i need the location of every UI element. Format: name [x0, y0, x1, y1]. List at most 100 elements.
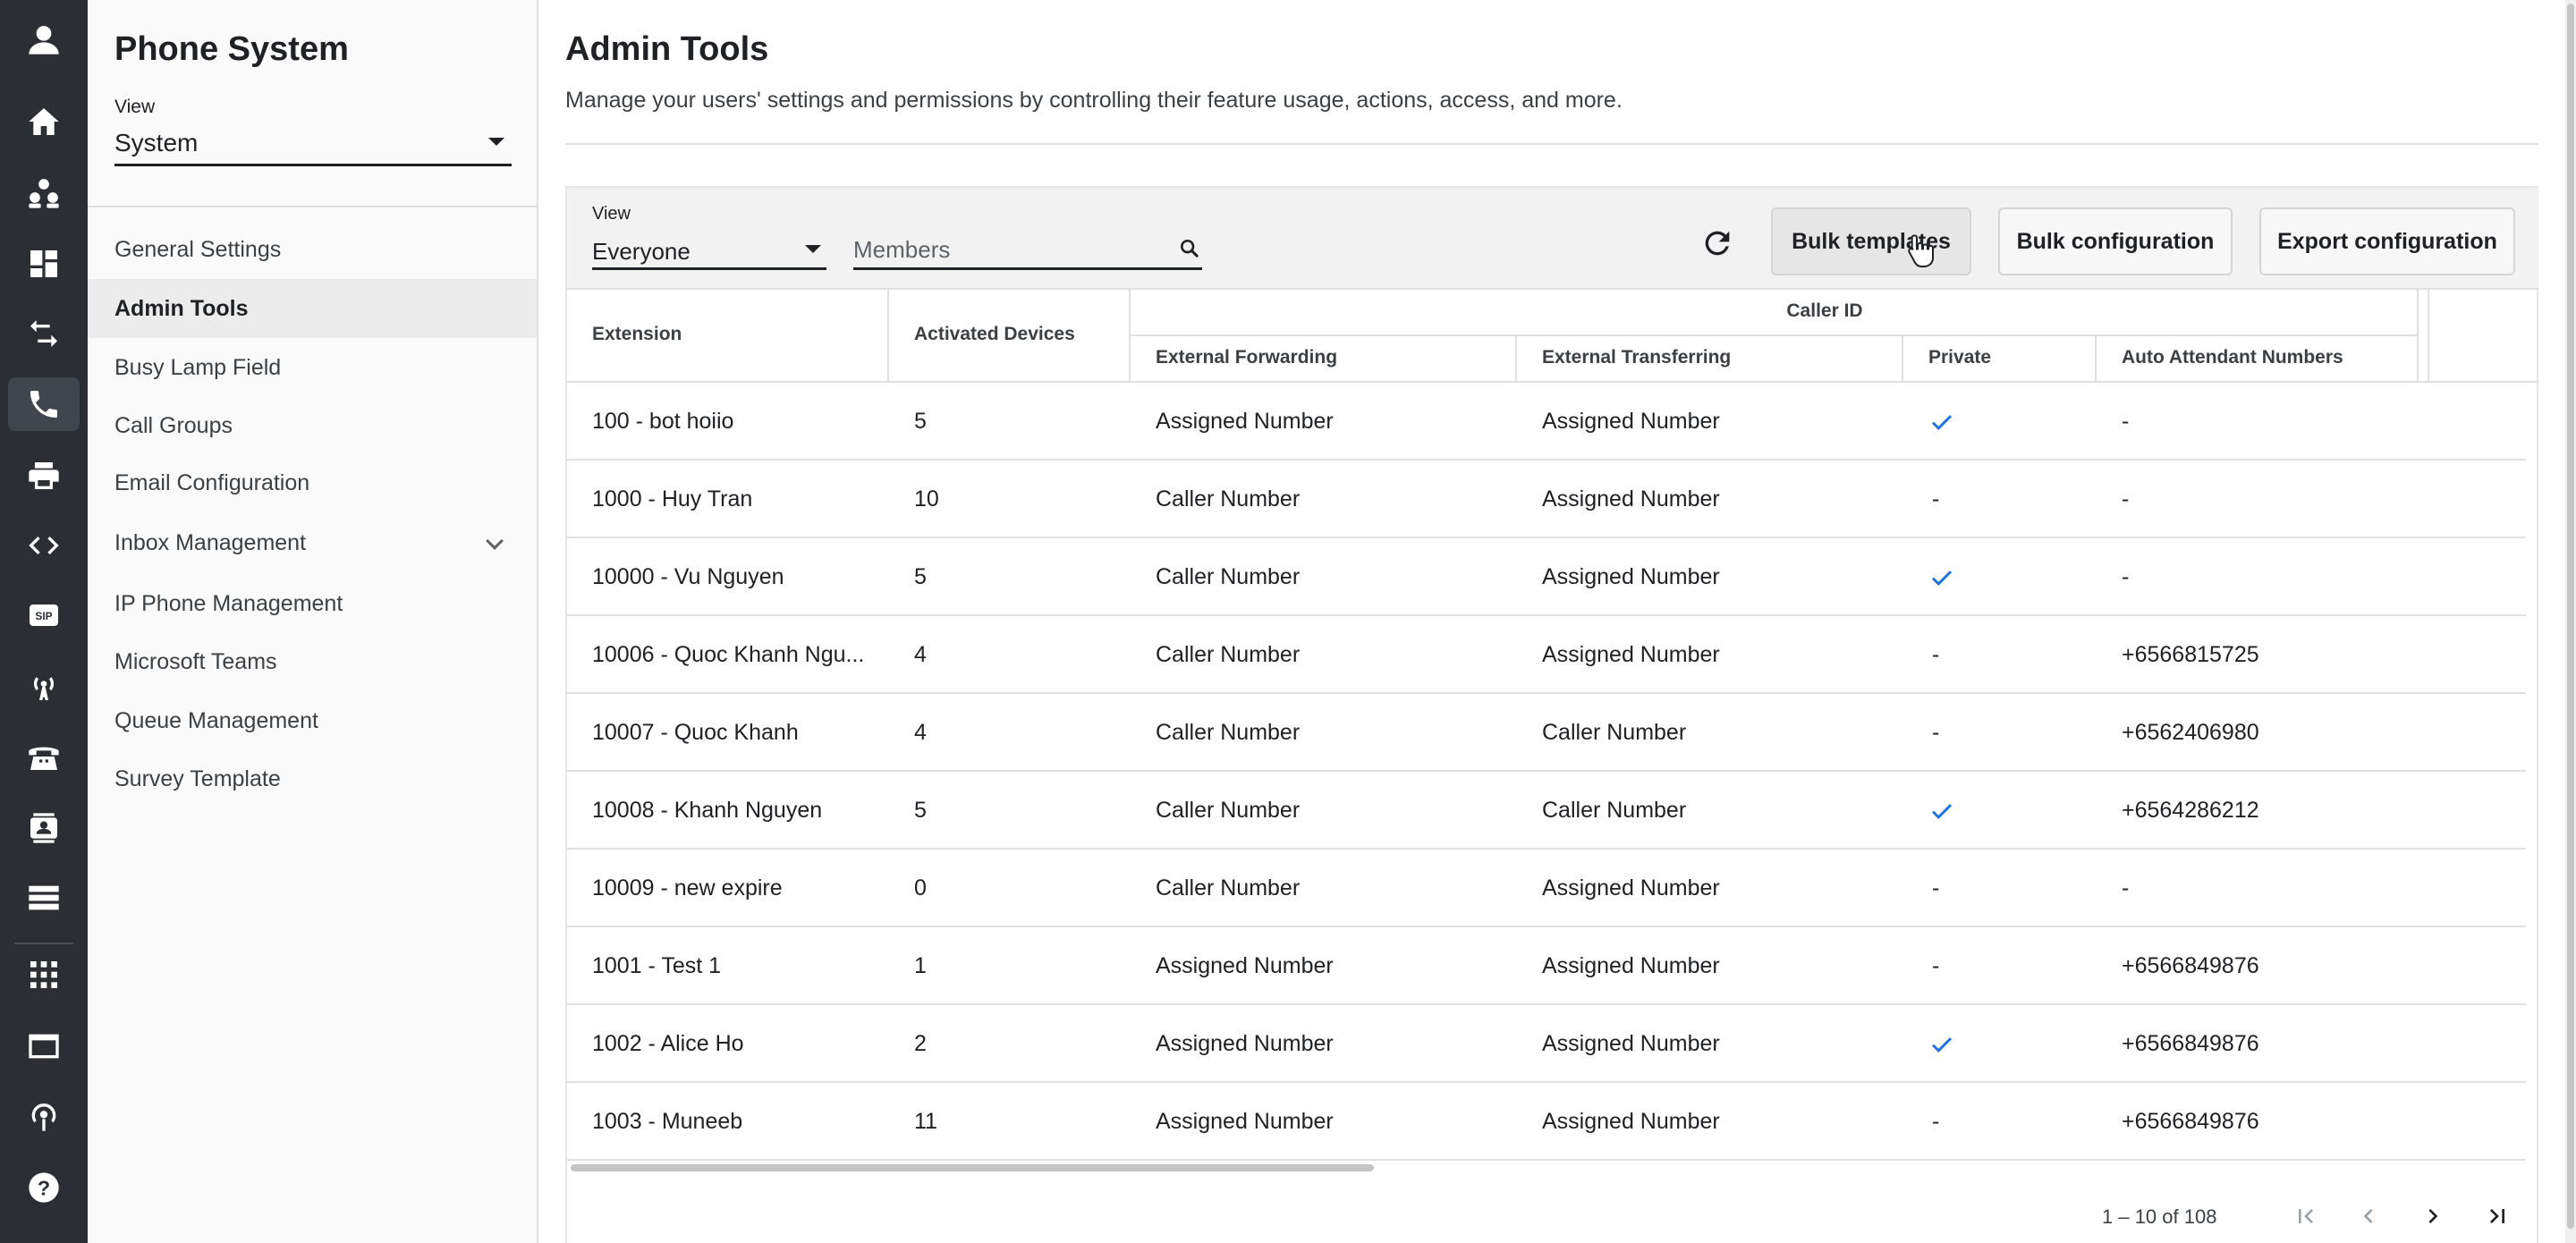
cell-private: -	[1932, 720, 1940, 745]
vertical-scrollbar[interactable]	[2565, 0, 2576, 1243]
svg-text:SIP: SIP	[35, 610, 52, 622]
first-page-icon	[2299, 1209, 2313, 1223]
horizontal-scrollbar[interactable]	[571, 1164, 1374, 1171]
cell-external-transferring: Assigned Number	[1542, 486, 1720, 512]
page-description: Manage your users' settings and permissi…	[565, 88, 1623, 113]
cell-extension: 10000 - Vu Nguyen	[592, 564, 784, 589]
swap-arrows-icon[interactable]	[8, 307, 80, 360]
cell-extension: 100 - bot hoiio	[592, 409, 734, 434]
table-row[interactable]: 10009 - new expire 0 Caller Number Assig…	[567, 850, 2526, 927]
scrollbar-thumb[interactable]	[2567, 4, 2574, 1229]
sidebar-item-ip-phone-management[interactable]: IP Phone Management	[88, 574, 537, 633]
refresh-icon	[1705, 231, 1730, 256]
cell-external-forwarding: Assigned Number	[1156, 953, 1334, 978]
first-page-button[interactable]	[2284, 1195, 2327, 1238]
next-page-button[interactable]	[2411, 1195, 2454, 1238]
export-configuration-button[interactable]: Export configuration	[2259, 207, 2515, 275]
column-divider	[1902, 336, 1903, 383]
code-icon[interactable]	[8, 519, 80, 572]
cell-external-transferring: Caller Number	[1542, 720, 1687, 745]
server-icon[interactable]	[8, 871, 80, 925]
cell-external-forwarding: Assigned Number	[1156, 409, 1334, 434]
table-row[interactable]: 10000 - Vu Nguyen 5 Caller Number Assign…	[567, 538, 2526, 616]
phone-icon[interactable]	[8, 377, 80, 431]
sip-icon[interactable]: SIP	[8, 588, 80, 642]
cell-private: -	[1932, 875, 1940, 901]
table-row[interactable]: 10008 - Khanh Nguyen 5 Caller Number Cal…	[567, 772, 2526, 850]
column-header-auto-attendant-numbers[interactable]: Auto Attendant Numbers	[2122, 347, 2343, 368]
members-search-input[interactable]	[853, 236, 1148, 263]
sidebar-item-admin-tools[interactable]: Admin Tools	[88, 279, 537, 338]
table-row[interactable]: 1003 - Muneeb 11 Assigned Number Assigne…	[567, 1083, 2526, 1161]
column-divider	[1515, 336, 1517, 383]
cell-extension: 10006 - Quoc Khanh Ngu...	[592, 642, 865, 667]
cell-private: -	[1932, 486, 1940, 512]
table-row[interactable]: 1002 - Alice Ho 2 Assigned Number Assign…	[567, 1005, 2526, 1083]
column-divider	[2428, 290, 2429, 383]
dropdown-arrow-icon	[805, 245, 821, 253]
cell-devices: 11	[914, 1109, 937, 1134]
desk-phone-icon[interactable]	[8, 730, 80, 783]
sidebar-view-value: System	[114, 129, 199, 156]
sidebar-view-select[interactable]: System	[114, 122, 512, 166]
help-icon[interactable]: ?	[8, 1161, 80, 1214]
page-title: Admin Tools	[565, 30, 769, 68]
sidebar-item-call-groups[interactable]: Call Groups	[88, 396, 537, 455]
chevron-down-icon	[486, 532, 504, 550]
table-row[interactable]: 100 - bot hoiio 5 Assigned Number Assign…	[567, 383, 2526, 461]
sidebar-item-queue-management[interactable]: Queue Management	[88, 691, 537, 750]
apps-grid-icon[interactable]	[8, 948, 80, 1002]
table-row[interactable]: 1001 - Test 1 1 Assigned Number Assigned…	[567, 927, 2526, 1005]
cell-external-transferring: Assigned Number	[1542, 953, 1720, 978]
last-page-icon	[2490, 1209, 2504, 1223]
rail-divider	[14, 943, 73, 944]
bulk-configuration-button[interactable]: Bulk configuration	[1998, 207, 2233, 275]
podcast-icon[interactable]	[8, 1089, 80, 1143]
cell-private	[1928, 383, 1955, 461]
refresh-button[interactable]	[1694, 220, 1741, 266]
checkmark-icon	[1931, 414, 1953, 430]
cell-external-transferring: Assigned Number	[1542, 1109, 1720, 1134]
sidebar-item-general-settings[interactable]: General Settings	[88, 220, 537, 279]
cell-external-forwarding: Caller Number	[1156, 486, 1301, 512]
search-icon[interactable]	[1177, 236, 1202, 261]
sidebar-item-microsoft-teams[interactable]: Microsoft Teams	[88, 632, 537, 691]
sidebar-item-survey-template[interactable]: Survey Template	[88, 749, 537, 808]
column-header-external-transferring[interactable]: External Transferring	[1542, 347, 1731, 368]
last-page-button[interactable]	[2476, 1195, 2519, 1238]
sidebar-item-email-configuration[interactable]: Email Configuration	[88, 453, 537, 512]
home-icon[interactable]	[8, 95, 80, 148]
column-divider	[1129, 290, 1131, 383]
printer-icon[interactable]	[8, 449, 80, 503]
window-icon[interactable]	[8, 1019, 80, 1073]
cell-auto-attendant-numbers: -	[2122, 564, 2130, 589]
cell-devices: 5	[914, 798, 927, 823]
cell-devices: 5	[914, 564, 927, 589]
checkmark-icon	[1931, 1036, 1953, 1053]
dashboard-icon[interactable]	[8, 237, 80, 291]
contact-card-icon[interactable]	[8, 801, 80, 855]
cell-auto-attendant-numbers: +6562406980	[2122, 720, 2259, 745]
table-row[interactable]: 1000 - Huy Tran 10 Caller Number Assigne…	[567, 461, 2526, 538]
group-icon[interactable]	[8, 166, 80, 220]
sidebar-item-busy-lamp-field[interactable]: Busy Lamp Field	[88, 338, 537, 397]
column-header-activated-devices[interactable]: Activated Devices	[914, 324, 1075, 345]
bulk-templates-button[interactable]: Bulk templates	[1771, 207, 1971, 275]
antenna-icon[interactable]	[8, 660, 80, 714]
cell-extension: 10009 - new expire	[592, 875, 783, 901]
sidebar-item-inbox-management[interactable]: Inbox Management	[88, 513, 537, 572]
table-row[interactable]: 10007 - Quoc Khanh 4 Caller Number Calle…	[567, 694, 2526, 772]
checkmark-icon	[1931, 570, 1953, 586]
user-avatar-icon[interactable]	[8, 13, 80, 66]
column-group-caller-id: Caller ID	[1786, 300, 1863, 321]
previous-page-button[interactable]	[2347, 1195, 2390, 1238]
column-header-external-forwarding[interactable]: External Forwarding	[1156, 347, 1337, 368]
toolbar-view-value: Everyone	[592, 238, 691, 265]
column-header-extension[interactable]: Extension	[592, 324, 682, 345]
cell-private: -	[1932, 642, 1940, 667]
column-header-private[interactable]: Private	[1928, 347, 1991, 368]
toolbar-view-select[interactable]: Everyone	[592, 227, 826, 270]
table-row[interactable]: 10006 - Quoc Khanh Ngu... 4 Caller Numbe…	[567, 616, 2526, 694]
cell-external-transferring: Assigned Number	[1542, 564, 1720, 589]
cell-auto-attendant-numbers: +6564286212	[2122, 798, 2259, 823]
